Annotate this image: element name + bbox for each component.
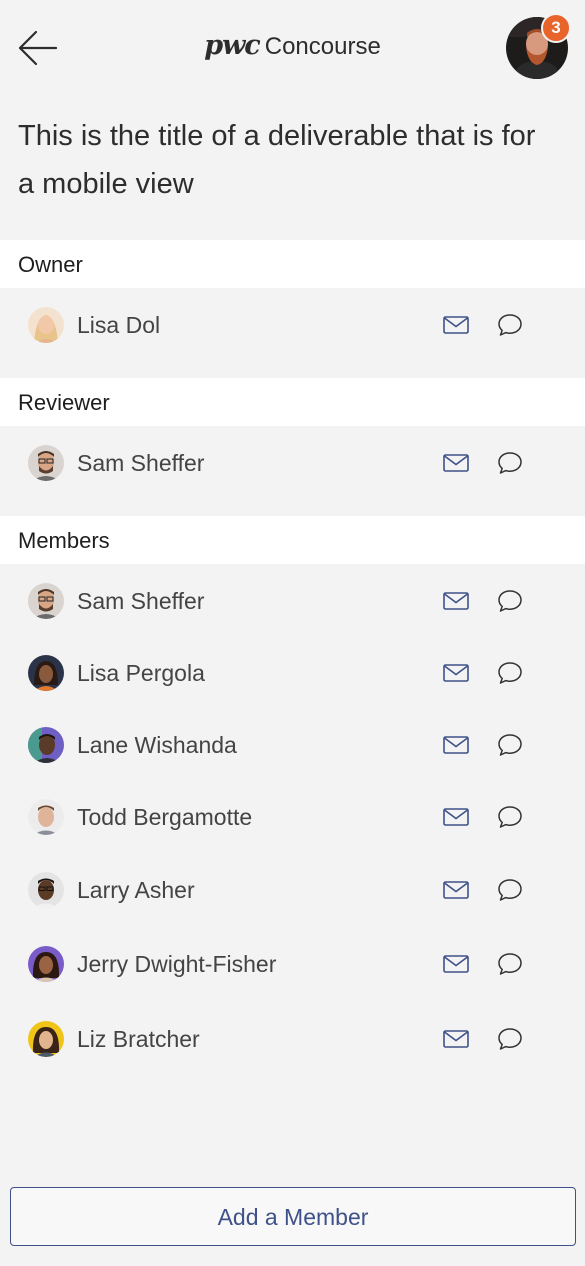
email-button[interactable]	[442, 313, 470, 337]
avatar	[28, 583, 64, 619]
app-header: pwc Concourse 3	[0, 0, 585, 100]
mail-icon	[443, 1030, 469, 1048]
page-title: This is the title of a deliverable that …	[18, 120, 536, 200]
email-button[interactable]	[442, 451, 470, 475]
section-header-reviewer: Reviewer	[0, 378, 585, 426]
chat-button[interactable]	[496, 1025, 524, 1053]
person-row: Liz Bratcher	[0, 1009, 585, 1069]
avatar	[28, 727, 64, 763]
person-row: Sam Sheffer	[0, 571, 585, 631]
mail-icon	[443, 664, 469, 682]
person-name: Lisa Dol	[77, 312, 161, 338]
brand-name: pwc	[204, 30, 261, 61]
section-header-owner: Owner	[0, 240, 585, 288]
person-name: Sam Sheffer	[77, 450, 205, 476]
email-button[interactable]	[442, 661, 470, 685]
person-row: Lisa Pergola	[0, 643, 585, 703]
chat-bubble-icon	[498, 662, 522, 684]
chat-bubble-icon	[498, 879, 522, 901]
chat-button[interactable]	[496, 449, 524, 477]
mail-icon	[443, 592, 469, 610]
mail-icon	[443, 881, 469, 899]
person-row: Sam Sheffer	[0, 433, 585, 493]
product-name: Concourse	[264, 33, 381, 60]
mail-icon	[443, 454, 469, 472]
email-button[interactable]	[442, 589, 470, 613]
chat-bubble-icon	[498, 806, 522, 828]
chat-bubble-icon	[498, 590, 522, 612]
chat-button[interactable]	[496, 731, 524, 759]
person-name: Lane Wishanda	[77, 732, 237, 758]
chat-bubble-icon	[498, 452, 522, 474]
person-name: Jerry Dwight-Fisher	[77, 951, 277, 977]
mail-icon	[443, 316, 469, 334]
avatar	[28, 872, 64, 908]
app-logo: pwc Concourse	[0, 30, 585, 61]
email-button[interactable]	[442, 1027, 470, 1051]
chat-button[interactable]	[496, 803, 524, 831]
mail-icon	[443, 955, 469, 973]
person-name: Lisa Pergola	[77, 660, 205, 686]
chat-button[interactable]	[496, 876, 524, 904]
section-header-members: Members	[0, 516, 585, 564]
add-member-button[interactable]: Add a Member	[10, 1187, 576, 1246]
person-name: Larry Asher	[77, 877, 195, 903]
avatar	[28, 946, 64, 982]
chat-bubble-icon	[498, 953, 522, 975]
chat-button[interactable]	[496, 659, 524, 687]
person-row: Lane Wishanda	[0, 715, 585, 775]
avatar	[28, 799, 64, 835]
mail-icon	[443, 808, 469, 826]
person-row: Larry Asher	[0, 860, 585, 920]
person-name: Sam Sheffer	[77, 588, 205, 614]
chat-bubble-icon	[498, 1028, 522, 1050]
chat-button[interactable]	[496, 311, 524, 339]
chat-button[interactable]	[496, 587, 524, 615]
email-button[interactable]	[442, 952, 470, 976]
email-button[interactable]	[442, 878, 470, 902]
notification-badge: 3	[541, 13, 571, 43]
person-row: Jerry Dwight-Fisher	[0, 934, 585, 994]
person-row: Todd Bergamotte	[0, 787, 585, 847]
person-name: Liz Bratcher	[77, 1026, 200, 1052]
chat-button[interactable]	[496, 950, 524, 978]
person-row: Lisa Dol	[0, 295, 585, 355]
avatar	[28, 445, 64, 481]
avatar	[28, 307, 64, 343]
avatar	[28, 655, 64, 691]
chat-bubble-icon	[498, 314, 522, 336]
avatar	[28, 1021, 64, 1057]
chat-bubble-icon	[498, 734, 522, 756]
mail-icon	[443, 736, 469, 754]
email-button[interactable]	[442, 733, 470, 757]
person-name: Todd Bergamotte	[77, 804, 253, 830]
email-button[interactable]	[442, 805, 470, 829]
